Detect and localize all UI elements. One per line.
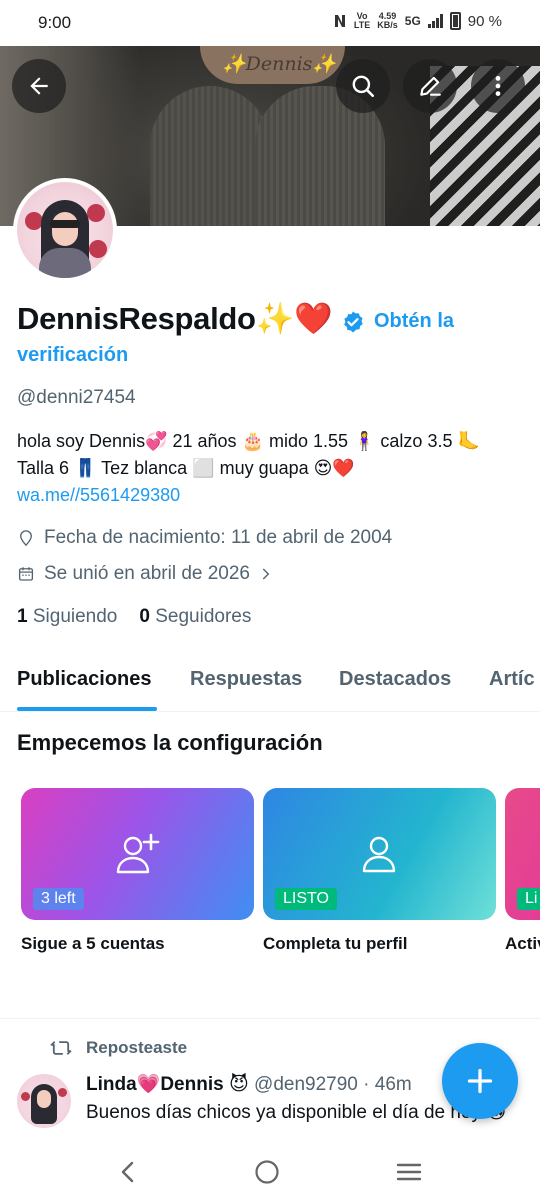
- system-nav-bar: [0, 1144, 540, 1199]
- profile-handle: @denni27454: [17, 387, 136, 408]
- banner-tattoo-text: ✨Dennis✨: [222, 53, 337, 75]
- profile-done-badge: LISTO: [275, 888, 337, 910]
- back-button[interactable]: [12, 59, 66, 113]
- profile-tabs: Publicaciones Respuestas Destacados Artí…: [0, 654, 540, 712]
- status-time: 9:00: [38, 13, 72, 32]
- setup-card-follow-label: Sigue a 5 cuentas: [21, 934, 165, 953]
- birthdate-row: Fecha de nacimiento: 11 de abril de 2004: [17, 527, 392, 549]
- more-button[interactable]: [471, 59, 525, 113]
- status-icons: Vo LTE 4.59 KB/s 5G 90 %: [333, 12, 502, 30]
- get-verified-link-continued[interactable]: verificación: [17, 344, 128, 367]
- notifications-badge: Li: [517, 888, 540, 910]
- repost-label: Reposteaste: [86, 1038, 188, 1057]
- search-button[interactable]: [336, 59, 390, 113]
- battery-icon: [449, 12, 461, 30]
- edit-button[interactable]: [403, 59, 457, 113]
- volte-indicator: Vo LTE: [354, 12, 370, 30]
- setup-card-follow[interactable]: 3 left: [21, 788, 254, 920]
- followers-count: 0: [139, 606, 150, 627]
- post-author-name[interactable]: Linda💗Dennis 😈: [86, 1074, 249, 1095]
- back-arrow-icon: [30, 77, 48, 95]
- network-type: 5G: [404, 14, 421, 28]
- setup-title: Empecemos la configuración: [17, 730, 323, 755]
- home-nav-icon[interactable]: [254, 1159, 280, 1185]
- birthdate-text: Fecha de nacimiento: 11 de abril de 2004: [44, 527, 393, 548]
- search-icon: [352, 75, 375, 98]
- repost-icon: [50, 1041, 72, 1055]
- avatar-image: [17, 182, 113, 278]
- signal-icon: [427, 14, 443, 28]
- tab-respuestas[interactable]: Respuestas: [190, 668, 302, 691]
- calendar-icon: [18, 567, 34, 581]
- chevron-right-icon: [262, 568, 270, 580]
- follow-progress-badge: 3 left: [33, 888, 84, 910]
- nfc-icon: [334, 15, 345, 27]
- bio-link[interactable]: wa.me//5561429380: [17, 485, 180, 505]
- more-vertical-icon: [495, 76, 501, 96]
- setup-card-profile[interactable]: LISTO: [263, 788, 496, 920]
- followers-stat[interactable]: 0 Seguidores: [139, 606, 251, 628]
- joined-row[interactable]: Se unió en abril de 2026: [17, 563, 273, 585]
- location-pin-icon: [20, 530, 32, 547]
- profile-bio: hola soy Dennis💞 21 años 🎂 mido 1.55 🧍‍♀…: [17, 428, 517, 509]
- banner-shape-left: [150, 86, 270, 226]
- section-divider: [0, 1018, 540, 1019]
- add-user-icon: [116, 833, 160, 874]
- repost-indicator: Reposteaste: [50, 1038, 187, 1058]
- joined-text: Se unió en abril de 2026: [44, 563, 250, 584]
- follow-stats: 1 Siguiendo 0 Seguidores: [17, 606, 251, 628]
- tab-destacados[interactable]: Destacados: [339, 668, 451, 691]
- status-bar: 9:00 Vo LTE 4.59 KB/s 5G 90 %: [0, 0, 540, 46]
- bio-text: hola soy Dennis💞 21 años 🎂 mido 1.55 🧍‍♀…: [17, 431, 480, 478]
- post-author-avatar[interactable]: [17, 1074, 71, 1128]
- tab-articulos[interactable]: Artíc: [489, 668, 535, 691]
- tab-publicaciones[interactable]: Publicaciones: [17, 668, 152, 691]
- setup-card-notifications-label: Activ: [505, 934, 540, 953]
- back-nav-icon[interactable]: [118, 1160, 138, 1184]
- active-tab-indicator: [17, 707, 157, 711]
- verified-badge-icon[interactable]: [341, 310, 365, 334]
- following-stat[interactable]: 1 Siguiendo: [17, 606, 117, 628]
- following-label: Siguiendo: [32, 606, 118, 627]
- battery-level: 90 %: [467, 12, 502, 30]
- volte-bottom: LTE: [353, 20, 371, 30]
- recents-nav-icon[interactable]: [396, 1161, 422, 1183]
- get-verified-link[interactable]: Obtén la: [374, 310, 454, 333]
- compose-button[interactable]: [442, 1043, 518, 1119]
- display-name: DennisRespaldo✨❤️: [17, 301, 333, 336]
- setup-card-notifications[interactable]: Li: [505, 788, 540, 920]
- user-icon: [362, 836, 396, 873]
- net-speed-unit: KB/s: [377, 20, 398, 30]
- edit-icon: [420, 76, 441, 96]
- post-author-handle: @den92790 · 46m: [254, 1074, 412, 1095]
- followers-label: Seguidores: [155, 606, 252, 627]
- following-count: 1: [17, 606, 28, 627]
- plus-icon: [467, 1068, 493, 1094]
- profile-avatar[interactable]: [13, 178, 117, 282]
- net-speed: 4.59 KB/s: [377, 12, 398, 30]
- post-header: Linda💗Dennis 😈 @den92790 · 46m: [86, 1072, 412, 1096]
- setup-card-profile-label: Completa tu perfil: [263, 934, 408, 953]
